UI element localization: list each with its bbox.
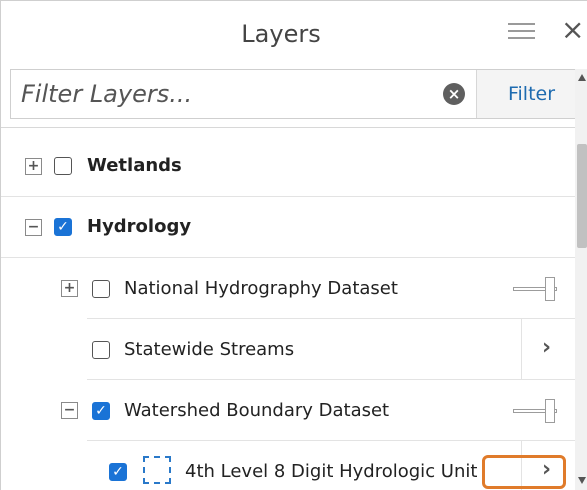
layer-label: Watershed Boundary Dataset [124, 400, 390, 421]
layer-row-national-hydrography: + National Hydrography Dataset [1, 258, 575, 319]
expand-icon[interactable]: + [25, 158, 42, 175]
filter-bar: × Filter [10, 69, 586, 119]
layer-checkbox[interactable]: ✓ [109, 463, 127, 481]
layers-panel: Layers × × Filter + Wetlands − ✓ Hydrolo… [0, 0, 587, 490]
scrollbar-track[interactable] [575, 69, 587, 490]
panel-title: Layers [241, 20, 321, 48]
scrollbar-thumb[interactable] [577, 144, 587, 248]
layer-row-statewide-streams: Statewide Streams › [1, 319, 575, 380]
layer-checkbox[interactable]: ✓ [92, 402, 110, 420]
menu-icon[interactable] [508, 23, 535, 45]
chevron-right-icon: › [542, 335, 552, 360]
layer-checkbox[interactable] [54, 157, 72, 175]
layer-checkbox[interactable] [92, 341, 110, 359]
filter-input[interactable] [11, 70, 476, 118]
collapse-icon[interactable]: − [25, 219, 42, 236]
details-button[interactable]: › [521, 319, 575, 379]
layer-row-watershed-boundary: − ✓ Watershed Boundary Dataset [1, 380, 575, 441]
layer-label: Statewide Streams [124, 339, 295, 360]
layer-row-hydrology: − ✓ Hydrology [1, 197, 575, 258]
layer-label: Wetlands [87, 155, 182, 176]
divider [1, 127, 587, 128]
filter-button[interactable]: Filter [476, 70, 586, 118]
layer-checkbox[interactable]: ✓ [54, 218, 72, 236]
highlight-annotation [482, 455, 566, 489]
collapse-icon[interactable]: − [61, 402, 78, 419]
expand-icon[interactable]: + [61, 280, 78, 297]
scroll-up-icon[interactable] [578, 74, 586, 81]
layer-label: National Hydrography Dataset [124, 278, 398, 299]
layer-row-wetlands: + Wetlands [1, 136, 575, 197]
close-icon[interactable]: × [561, 16, 584, 44]
opacity-slider[interactable] [513, 396, 557, 426]
layer-checkbox[interactable] [92, 280, 110, 298]
panel-header: Layers × [1, 1, 587, 67]
opacity-slider[interactable] [513, 274, 557, 304]
clear-icon[interactable]: × [443, 83, 465, 105]
scroll-down-icon[interactable] [578, 477, 586, 484]
symbol-box [143, 456, 171, 484]
layer-label: Hydrology [87, 216, 192, 237]
layer-label: 4th Level 8 Digit Hydrologic Unit [185, 461, 478, 482]
